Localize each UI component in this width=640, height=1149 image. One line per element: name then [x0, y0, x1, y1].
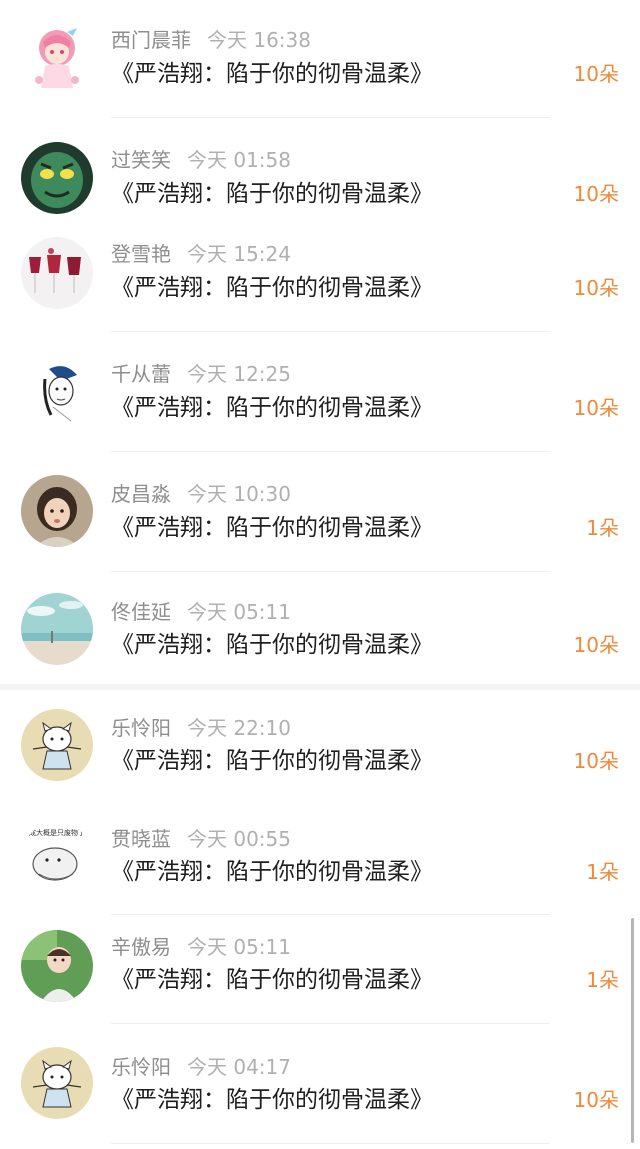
- flower-count: 10朵: [573, 62, 619, 86]
- list-item[interactable]: 皮昌淼 今天 10:30 《严浩翔：陷于你的彻骨温柔》 1朵: [0, 453, 640, 572]
- sender-name: 西门晨菲: [111, 28, 191, 52]
- sender-line: 过笑笑 今天 01:58: [111, 147, 291, 173]
- sender-line: 千从蕾 今天 12:25: [111, 361, 291, 387]
- send-time: 今天 05:11: [187, 935, 291, 959]
- work-title[interactable]: 《严浩翔：陷于你的彻骨温柔》: [111, 1085, 433, 1115]
- list-item[interactable]: 过笑笑 今天 01:58 《严浩翔：陷于你的彻骨温柔》 10朵: [0, 118, 640, 228]
- send-time: 今天 10:30: [187, 482, 291, 506]
- sender-name: 千从蕾: [111, 362, 171, 386]
- sender-name: 登雪艳: [111, 242, 171, 266]
- item-divider: [111, 1023, 550, 1024]
- list-item[interactable]: 西门晨菲 今天 16:38 《严浩翔：陷于你的彻骨温柔》 10朵: [0, 0, 640, 118]
- send-time: 今天 12:25: [187, 362, 291, 386]
- sender-name: 乐怜阳: [111, 1055, 171, 1079]
- sender-line: 登雪艳 今天 15:24: [111, 241, 291, 267]
- work-title[interactable]: 《严浩翔：陷于你的彻骨温柔》: [111, 513, 433, 543]
- flower-count: 10朵: [573, 276, 619, 300]
- send-time: 今天 04:17: [187, 1055, 291, 1079]
- flower-count: 1朵: [586, 968, 619, 992]
- sender-name: 佟佳延: [111, 600, 171, 624]
- sender-line: 乐怜阳 今天 04:17: [111, 1054, 291, 1080]
- flower-count: 10朵: [573, 749, 619, 773]
- hamster-meme-avatar[interactable]: 成大概是只废物了: [21, 822, 93, 894]
- item-divider: [111, 451, 550, 452]
- sender-name: 皮昌淼: [111, 482, 171, 506]
- work-title[interactable]: 《严浩翔：陷于你的彻骨温柔》: [111, 393, 433, 423]
- flower-count: 1朵: [586, 860, 619, 884]
- send-time: 今天 15:24: [187, 242, 291, 266]
- send-time: 今天 00:55: [187, 827, 291, 851]
- work-title[interactable]: 《严浩翔：陷于你的彻骨温柔》: [111, 965, 433, 995]
- green-mask-avatar[interactable]: [21, 142, 93, 214]
- child-green-background-avatar[interactable]: [21, 930, 93, 1002]
- flower-count: 10朵: [573, 633, 619, 657]
- send-time: 今天 05:11: [187, 600, 291, 624]
- child-photo-avatar[interactable]: [21, 475, 93, 547]
- cartoon-cat-avatar[interactable]: [21, 709, 93, 781]
- cartoon-cat-avatar[interactable]: [21, 1047, 93, 1119]
- work-title[interactable]: 《严浩翔：陷于你的彻骨温柔》: [111, 179, 433, 209]
- sender-line: 贯晓蓝 今天 00:55: [111, 826, 291, 852]
- list-item[interactable]: 佟佳延 今天 05:11 《严浩翔：陷于你的彻骨温柔》 10朵: [0, 571, 640, 681]
- scrollbar[interactable]: [631, 918, 634, 1143]
- work-title[interactable]: 《严浩翔：陷于你的彻骨温柔》: [111, 630, 433, 660]
- sender-line: 辛傲易 今天 05:11: [111, 934, 291, 960]
- work-title[interactable]: 《严浩翔：陷于你的彻骨温柔》: [111, 59, 433, 89]
- red-wine-glasses-avatar[interactable]: [21, 237, 93, 309]
- sender-line: 乐怜阳 今天 22:10: [111, 715, 291, 741]
- beach-sky-avatar[interactable]: [21, 593, 93, 665]
- list-item[interactable]: 辛傲易 今天 05:11 《严浩翔：陷于你的彻骨温柔》 1朵: [0, 906, 640, 1024]
- flower-count: 10朵: [573, 396, 619, 420]
- send-time: 今天 16:38: [207, 28, 311, 52]
- send-time: 今天 22:10: [187, 716, 291, 740]
- list-item[interactable]: 登雪艳 今天 15:24 《严浩翔：陷于你的彻骨温柔》 10朵: [0, 215, 640, 332]
- list-item[interactable]: 乐怜阳 今天 22:10 《严浩翔：陷于你的彻骨温柔》 10朵: [0, 690, 640, 800]
- sender-name: 乐怜阳: [111, 716, 171, 740]
- gift-record-list: 西门晨菲 今天 16:38 《严浩翔：陷于你的彻骨温柔》 10朵 过笑笑 今天 01…: [0, 0, 640, 1149]
- work-title[interactable]: 《严浩翔：陷于你的彻骨温柔》: [111, 746, 433, 776]
- sketch-girl-blue-hat-avatar[interactable]: [21, 355, 93, 427]
- sender-name: 辛傲易: [111, 935, 171, 959]
- sender-name: 贯晓蓝: [111, 827, 171, 851]
- item-divider: [111, 331, 550, 332]
- sender-line: 佟佳延 今天 05:11: [111, 599, 291, 625]
- pink-hair-anime-girl-avatar[interactable]: [21, 22, 93, 94]
- sender-line: 西门晨菲 今天 16:38: [111, 27, 311, 53]
- work-title[interactable]: 《严浩翔：陷于你的彻骨温柔》: [111, 273, 433, 303]
- list-item[interactable]: 千从蕾 今天 12:25 《严浩翔：陷于你的彻骨温柔》 10朵: [0, 333, 640, 452]
- work-title[interactable]: 《严浩翔：陷于你的彻骨温柔》: [111, 857, 433, 887]
- list-item[interactable]: 成大概是只废物了 贯晓蓝 今天 00:55 《严浩翔：陷于你的彻骨温柔》 1朵: [0, 796, 640, 915]
- flower-count: 10朵: [573, 182, 619, 206]
- sender-name: 过笑笑: [111, 148, 171, 172]
- flower-count: 1朵: [586, 516, 619, 540]
- list-item[interactable]: 乐怜阳 今天 04:17 《严浩翔：陷于你的彻骨温柔》 10朵: [0, 1026, 640, 1144]
- avatar-caption: 成大概是只废物了: [29, 828, 85, 837]
- sender-line: 皮昌淼 今天 10:30: [111, 481, 291, 507]
- item-divider: [111, 1143, 550, 1144]
- flower-count: 10朵: [573, 1088, 619, 1112]
- send-time: 今天 01:58: [187, 148, 291, 172]
